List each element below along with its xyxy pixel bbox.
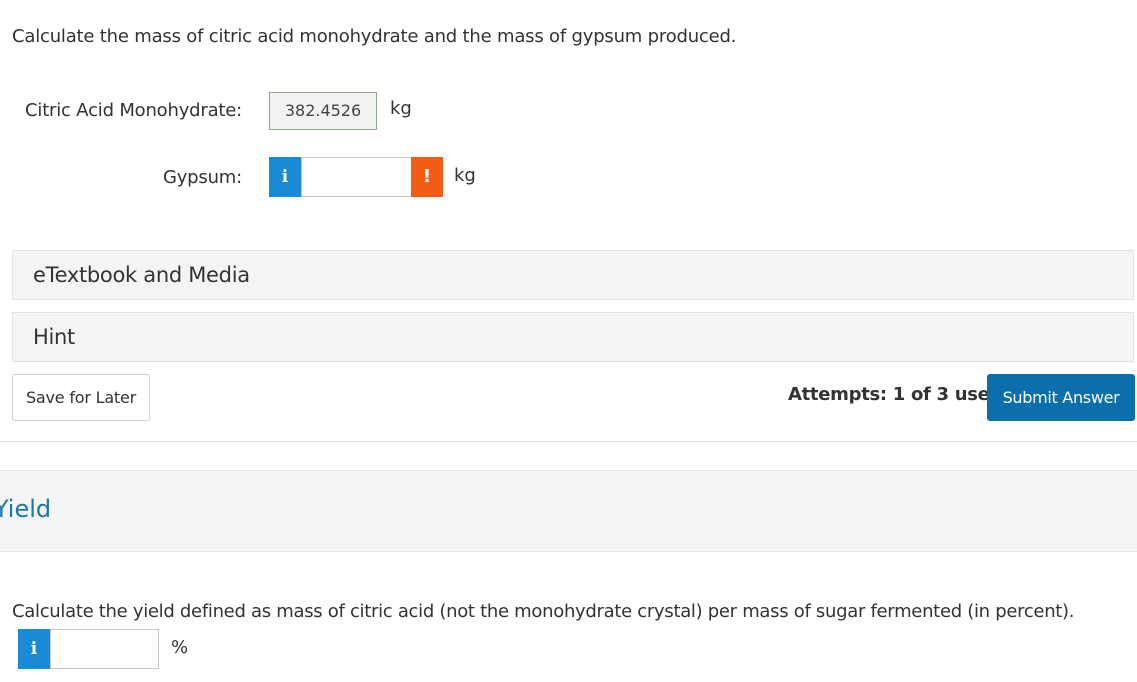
yield-question-text: Calculate the yield defined as mass of c…	[12, 601, 1075, 622]
hint-panel[interactable]: Hint	[12, 312, 1134, 362]
submit-answer-button[interactable]: Submit Answer	[987, 374, 1135, 421]
gypsum-input[interactable]	[301, 157, 412, 197]
citric-acid-answer: 382.4526	[269, 92, 377, 130]
info-icon[interactable]: i	[269, 157, 301, 197]
citric-acid-label: Citric Acid Monohydrate:	[25, 100, 242, 121]
section-title: Yield	[0, 495, 52, 523]
gypsum-unit: kg	[454, 165, 476, 186]
save-for-later-button[interactable]: Save for Later	[12, 374, 150, 421]
exclamation-icon[interactable]: !	[411, 157, 443, 197]
citric-acid-unit: kg	[390, 98, 412, 119]
yield-unit: %	[171, 637, 189, 658]
attempts-counter: Attempts: 1 of 3 used	[788, 384, 1003, 405]
yield-section-header: Yield	[0, 470, 1137, 552]
yield-input[interactable]	[50, 629, 159, 669]
etextbook-media-panel[interactable]: eTextbook and Media	[12, 250, 1134, 300]
info-icon[interactable]: i	[18, 629, 50, 669]
gypsum-label: Gypsum:	[162, 167, 242, 188]
page: Calculate the mass of citric acid monohy…	[0, 0, 1137, 682]
question-text: Calculate the mass of citric acid monohy…	[12, 26, 737, 47]
divider	[0, 441, 1137, 442]
